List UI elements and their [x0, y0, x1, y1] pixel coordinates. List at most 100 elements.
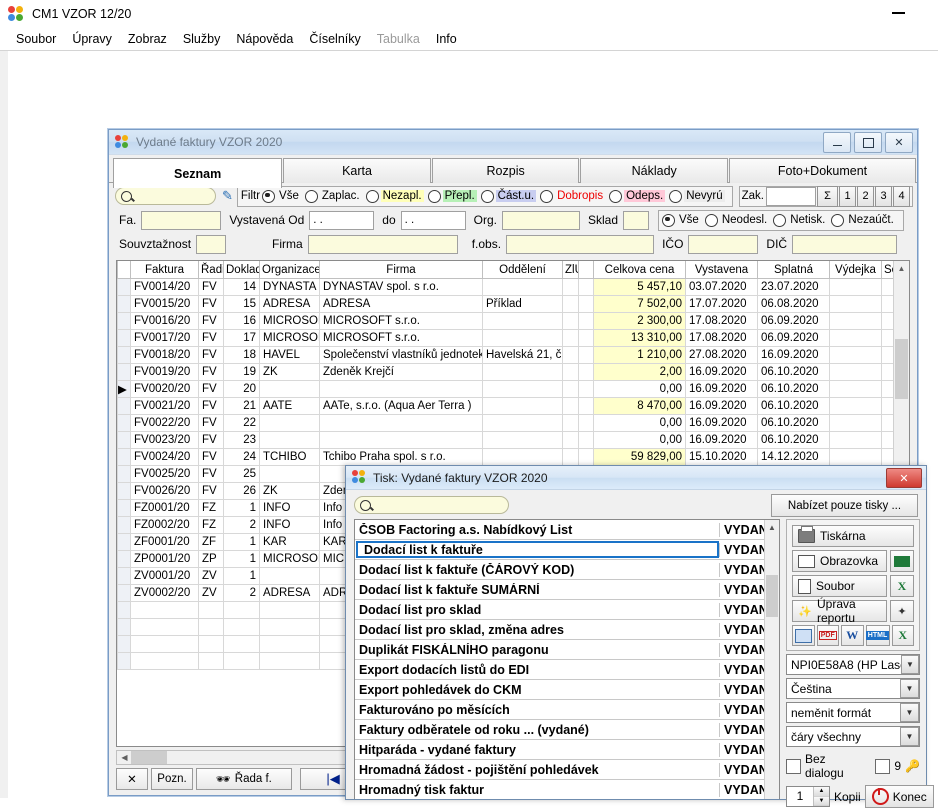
report-list[interactable]: ČSOB Factoring a.s. Nabídkový List VYDANI… — [354, 519, 780, 799]
scroll-up-icon[interactable]: ▲ — [894, 261, 909, 276]
report-list-item[interactable]: Fakturováno po měsících VYDANI — [355, 700, 779, 720]
cell-faktura[interactable]: ZV0001/20 — [130, 567, 199, 585]
cell-oddeleni[interactable]: Příklad — [482, 295, 563, 313]
cell-organizace[interactable]: ZK — [259, 482, 320, 500]
cell-oddeleni[interactable] — [482, 278, 563, 296]
row-marker[interactable] — [117, 363, 131, 381]
report-list-item[interactable]: Faktury odběratele od roku ... (vydané) V… — [355, 720, 779, 740]
cell-splatna[interactable]: 06.10.2020 — [757, 414, 830, 432]
row-marker[interactable] — [117, 431, 131, 449]
cell-rada[interactable]: FV — [198, 414, 224, 432]
excel-export-button[interactable]: X — [890, 575, 914, 597]
row-marker[interactable] — [117, 516, 131, 534]
cell-organizace[interactable] — [259, 465, 320, 483]
cell-vydejka[interactable] — [829, 414, 882, 432]
fobs-input[interactable] — [506, 234, 655, 254]
cell-rada[interactable] — [198, 601, 224, 619]
cell-celkova-cena[interactable]: 13 310,00 — [593, 329, 686, 347]
cell-blank[interactable] — [578, 397, 594, 415]
cell-organizace[interactable]: INFO — [259, 499, 320, 517]
cell-oddeleni[interactable] — [482, 363, 563, 381]
ico-input[interactable] — [688, 234, 759, 254]
cell-faktura[interactable]: FV0021/20 — [130, 397, 199, 415]
cell-faktura[interactable]: ZF0001/20 — [130, 533, 199, 551]
cell-vystavena[interactable]: 17.08.2020 — [685, 312, 758, 330]
cell-doklad[interactable]: 1 — [223, 499, 260, 517]
cell-celkova-cena[interactable]: 2,00 — [593, 363, 686, 381]
word-export-button[interactable]: W — [841, 625, 864, 646]
table-row[interactable]: FV0015/20 FV 15 ADRESA ADRESA Příklad 7 502,00… — [117, 295, 909, 313]
cell-celkova-cena[interactable]: 0,00 — [593, 380, 686, 398]
tab-rozpis[interactable]: Rozpis — [431, 158, 580, 183]
cell-zlup[interactable] — [562, 363, 579, 381]
cell-rada[interactable]: FV — [198, 482, 224, 500]
cell-doklad[interactable]: 17 — [223, 329, 260, 347]
row-marker[interactable] — [117, 397, 131, 415]
cell-splatna[interactable]: 06.09.2020 — [757, 312, 830, 330]
cell-oddeleni[interactable] — [482, 380, 563, 398]
row-marker[interactable] — [117, 601, 131, 619]
cell-organizace[interactable] — [259, 567, 320, 585]
report-list-item[interactable]: Export pohledávek do CKM VYDANI — [355, 680, 779, 700]
cell-faktura[interactable]: FV0018/20 — [130, 346, 199, 364]
cell-faktura[interactable]: FV0019/20 — [130, 363, 199, 381]
cell-zlup[interactable] — [562, 295, 579, 313]
cell-firma[interactable]: Společenství vlastníků jednotek d — [319, 346, 483, 364]
menu-item-upravy[interactable]: Úpravy — [64, 30, 120, 48]
cell-blank[interactable] — [578, 380, 594, 398]
cell-organizace[interactable] — [259, 601, 320, 619]
scroll-thumb[interactable] — [895, 339, 908, 399]
cell-faktura[interactable]: FV0014/20 — [130, 278, 199, 296]
cell-splatna[interactable]: 06.09.2020 — [757, 329, 830, 347]
report-list-item[interactable]: Hromadná žádost - pojištění pohledávek VY… — [355, 760, 779, 780]
cell-celkova-cena[interactable]: 8 470,00 — [593, 397, 686, 415]
cell-doklad[interactable]: 20 — [223, 380, 260, 398]
cell-blank[interactable] — [578, 346, 594, 364]
cell-rada[interactable] — [198, 635, 224, 653]
cell-doklad[interactable] — [223, 601, 260, 619]
row-marker[interactable] — [117, 278, 131, 296]
copies-spin-arrows[interactable]: ▲ ▼ — [813, 787, 829, 806]
cell-celkova-cena[interactable]: 59 829,00 — [593, 448, 686, 466]
cell-organizace[interactable]: TCHIBO — [259, 448, 320, 466]
souvztaznost-input[interactable] — [196, 234, 227, 254]
cell-doklad[interactable]: 14 — [223, 278, 260, 296]
table-row[interactable]: FV0019/20 FV 19 ZK Zdeněk Krejčí 2,00 16.09.20… — [117, 363, 909, 381]
scroll-up-icon[interactable]: ▲ — [765, 520, 779, 534]
cell-blank[interactable] — [578, 329, 594, 347]
table-row[interactable]: FV0016/20 FV 16 MICROSOF MICROSOFT s.r.o. 2 3… — [117, 312, 909, 330]
row-marker[interactable] — [117, 652, 131, 670]
th-oddeleni[interactable]: Oddělení — [482, 261, 563, 279]
radio-castu[interactable]: Část.u. — [480, 189, 537, 203]
cell-faktura[interactable]: ZV0002/20 — [130, 584, 199, 602]
cell-doklad[interactable]: 2 — [223, 584, 260, 602]
cell-doklad[interactable]: 1 — [223, 533, 260, 551]
cell-organizace[interactable] — [259, 635, 320, 653]
bez-dialogu-checkbox[interactable] — [786, 758, 801, 774]
th-firma[interactable]: Firma — [319, 261, 483, 279]
report-list-item[interactable]: Dodací list pro sklad VYDANI — [355, 600, 779, 620]
table-row[interactable]: FV0022/20FV220,0016.09.202006.10.20201Pr… — [117, 414, 909, 432]
cell-rada[interactable]: FV — [198, 312, 224, 330]
row-marker[interactable] — [117, 550, 131, 568]
table-row[interactable]: FV0021/20 FV 21 AATE AATe, s.r.o. (Aqua Aer … — [117, 397, 909, 415]
cell-doklad[interactable]: 19 — [223, 363, 260, 381]
cell-organizace[interactable]: INFO — [259, 516, 320, 534]
view-3-button[interactable]: 3 — [875, 185, 892, 207]
cell-doklad[interactable] — [223, 618, 260, 636]
menu-item-soubor[interactable]: Soubor — [8, 30, 64, 48]
cell-vydejka[interactable] — [829, 380, 882, 398]
cell-blank[interactable] — [578, 448, 594, 466]
cell-vydejka[interactable] — [829, 329, 882, 347]
row-marker[interactable] — [117, 635, 131, 653]
cell-firma[interactable]: MICROSOFT s.r.o. — [319, 312, 483, 330]
table-export-button[interactable] — [792, 625, 815, 646]
cell-rada[interactable] — [198, 652, 224, 670]
report-list-scrollbar[interactable]: ▲ — [764, 520, 779, 799]
cell-rada[interactable]: ZF — [198, 533, 224, 551]
cell-vydejka[interactable] — [829, 295, 882, 313]
scroll-thumb[interactable] — [766, 575, 778, 617]
menu-item-ciselniky[interactable]: Číselníky — [301, 30, 368, 48]
cell-faktura[interactable]: FV0025/20 — [130, 465, 199, 483]
zak-input[interactable] — [766, 186, 816, 206]
